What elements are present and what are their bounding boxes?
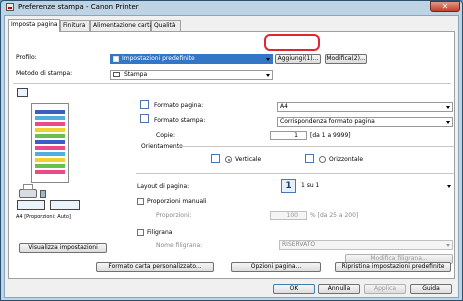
restore-defaults-button[interactable]: Ripristina impostazioni predefinite (335, 262, 451, 272)
preview-stripe (35, 146, 65, 150)
chevron-down-icon (266, 74, 270, 77)
printer-icon (6, 3, 14, 11)
copies-label: Copie: (156, 132, 176, 139)
portrait-radio[interactable] (225, 156, 232, 163)
chevron-down-icon (446, 106, 450, 109)
page-size-dropdown[interactable]: A4 (277, 102, 453, 112)
printer-illustration-icon (17, 183, 39, 200)
print-preferences-window: Preferenze stampa - Canon Printer ✕ Impo… (0, 0, 463, 301)
watermark-checkbox[interactable] (137, 229, 144, 236)
modify-profile-button[interactable]: Modifica(2)... (325, 54, 367, 64)
manual-scaling-checkbox[interactable] (137, 198, 144, 205)
preview-toggle-icon[interactable] (17, 88, 28, 97)
scaling-input[interactable]: 100 (270, 211, 307, 220)
output-size-label: Formato stampa: (154, 117, 206, 124)
preview-stripe (35, 128, 65, 132)
output-method-value: Stampa (124, 71, 148, 78)
watermark-name-label: Nome filigrana: (156, 242, 203, 249)
manual-scaling-label: Proporzioni manuali (147, 198, 207, 205)
output-size-dropdown[interactable]: Corrispondenza formato pagina (277, 117, 453, 127)
copies-value: 1 (294, 132, 298, 139)
watermark-name-value: RISERVATO (282, 241, 316, 248)
watermark-name-dropdown[interactable]: RISERVATO (279, 240, 453, 250)
layout-options-icon[interactable] (17, 200, 45, 210)
page-layout-value: 1 su 1 (301, 182, 320, 189)
profile-value: Impostazioni predefinite (122, 55, 195, 62)
copies-input[interactable]: 1 (270, 131, 307, 140)
scaling-value: 100 (286, 212, 298, 219)
page-layout-label: Layout di pagina: (137, 183, 190, 190)
page-size-value: A4 (280, 103, 288, 110)
landscape-radio[interactable] (319, 156, 326, 163)
apply-button[interactable]: Applica (364, 284, 406, 294)
tab-paper-source[interactable]: Alimentazione carta (90, 20, 153, 31)
preview-stripe (35, 170, 65, 174)
divider (177, 146, 454, 147)
print-icon (113, 72, 120, 77)
highlight-annotation (264, 34, 320, 51)
page-options-button[interactable]: Opzioni pagina... (231, 262, 321, 272)
chevron-down-icon (446, 244, 450, 247)
preview-stripe (35, 122, 65, 126)
watermark-label: Filigrana (147, 229, 173, 236)
custom-paper-size-button[interactable]: Formato carta personalizzato... (96, 262, 214, 272)
scaling-label: Proporzioni: (156, 212, 192, 219)
paper-preview (31, 103, 69, 183)
page-setup-panel: Profilo: Impostazioni predefinite Aggiun… (8, 31, 455, 279)
profile-label: Profilo: (16, 54, 37, 61)
divider (13, 83, 451, 84)
landscape-label: Orizzontale (329, 156, 364, 163)
preview-stripe (35, 140, 65, 144)
preview-caption: A4 [Proporzioni: Auto] (16, 214, 71, 220)
title-bar[interactable]: Preferenze stampa - Canon Printer ✕ (1, 1, 462, 14)
tab-finishing[interactable]: Finitura (60, 20, 90, 31)
divider (136, 173, 454, 174)
preview-stripe (35, 158, 65, 162)
profile-dropdown[interactable]: Impostazioni predefinite (110, 54, 273, 64)
chevron-down-icon (446, 121, 450, 124)
copies-range: [da 1 a 9999] (310, 132, 351, 139)
add-profile-button[interactable]: Aggiungi(1)... (275, 54, 321, 64)
window-title: Preferenze stampa - Canon Printer (18, 3, 139, 11)
output-method-dropdown[interactable]: Stampa (110, 70, 273, 80)
output-size-value: Corrispondenza formato pagina (280, 118, 375, 125)
chevron-down-icon (266, 58, 270, 61)
preview-stripe (35, 152, 65, 156)
view-settings-button[interactable]: Visualizza impostazioni (19, 243, 107, 253)
page-size-label: Formato pagina: (154, 102, 204, 109)
scaling-range: % [da 25 a 200] (310, 212, 359, 219)
cancel-button[interactable]: Annulla (318, 284, 360, 294)
tab-quality[interactable]: Qualità (151, 20, 181, 31)
preview-stripe (35, 134, 65, 138)
close-button[interactable]: ✕ (430, 1, 460, 12)
profile-icon (113, 55, 119, 62)
duplex-options-icon[interactable] (50, 200, 80, 210)
dialog-body: Imposta pagina Finitura Alimentazione ca… (4, 15, 459, 298)
stapler-icon (40, 190, 46, 198)
output-method-label: Metodo di stampa: (16, 70, 73, 77)
page-layout-icon: 1 (281, 179, 296, 193)
help-button[interactable]: Guida (410, 284, 452, 294)
landscape-icon (305, 154, 314, 163)
portrait-icon (211, 154, 220, 163)
ok-button[interactable]: OK (273, 284, 315, 294)
page-layout-dropdown[interactable]: 1 su 1 (299, 182, 453, 192)
output-size-icon (140, 114, 149, 123)
preview-stripe (35, 164, 65, 168)
tab-page-setup[interactable]: Imposta pagina (8, 19, 60, 32)
preview-stripe (35, 116, 65, 120)
preview-stripe (35, 110, 65, 114)
page-size-icon (140, 100, 149, 109)
chevron-down-icon (447, 185, 451, 188)
portrait-label: Verticale (235, 156, 262, 163)
